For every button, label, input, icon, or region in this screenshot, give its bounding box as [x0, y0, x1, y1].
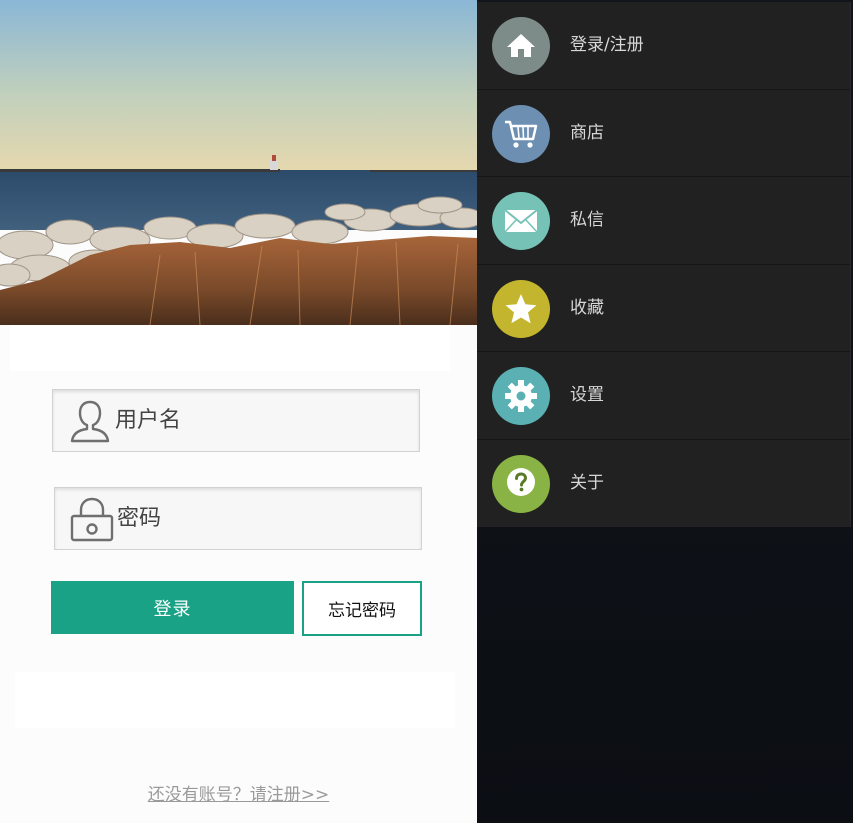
menu-item-label: 商店 [570, 122, 604, 143]
menu-item-label: 收藏 [570, 297, 604, 318]
home-icon [492, 17, 550, 75]
username-input[interactable] [115, 390, 395, 451]
menu-item-label: 关于 [570, 472, 604, 493]
navigation-drawer: 登录/注册 商店 私信 收藏 设置 关于 [477, 0, 853, 823]
menu-item-settings[interactable]: 设置 [477, 352, 850, 440]
gear-icon [492, 367, 550, 425]
cart-icon [492, 104, 550, 163]
user-icon [70, 400, 110, 443]
forgot-password-button[interactable]: 忘记密码 [302, 581, 422, 636]
help-icon [492, 454, 550, 513]
menu-item-store[interactable]: 商店 [477, 90, 850, 177]
password-field[interactable] [54, 487, 422, 550]
login-screen: 登录 忘记密码 还没有账号？请注册>> [0, 0, 477, 823]
menu-item-label: 私信 [570, 210, 604, 230]
header-photo [0, 0, 477, 325]
menu-item-label: 设置 [570, 385, 604, 405]
mail-icon [492, 192, 550, 250]
menu-item-favorites[interactable]: 收藏 [477, 265, 850, 352]
menu-item-login-register[interactable]: 登录/注册 [477, 2, 850, 90]
star-icon [492, 279, 550, 338]
lock-icon [70, 497, 114, 542]
login-button[interactable]: 登录 [51, 581, 294, 634]
username-field[interactable] [52, 389, 420, 452]
spacer-band [15, 672, 455, 728]
menu-item-about[interactable]: 关于 [477, 440, 850, 528]
spacer-band [10, 325, 450, 371]
menu-item-label: 登录/注册 [570, 35, 644, 55]
password-input[interactable] [117, 488, 397, 549]
drawer-menu: 登录/注册 商店 私信 收藏 设置 关于 [477, 2, 851, 527]
register-link[interactable]: 还没有账号？请注册>> [0, 780, 477, 805]
menu-item-messages[interactable]: 私信 [477, 177, 850, 265]
